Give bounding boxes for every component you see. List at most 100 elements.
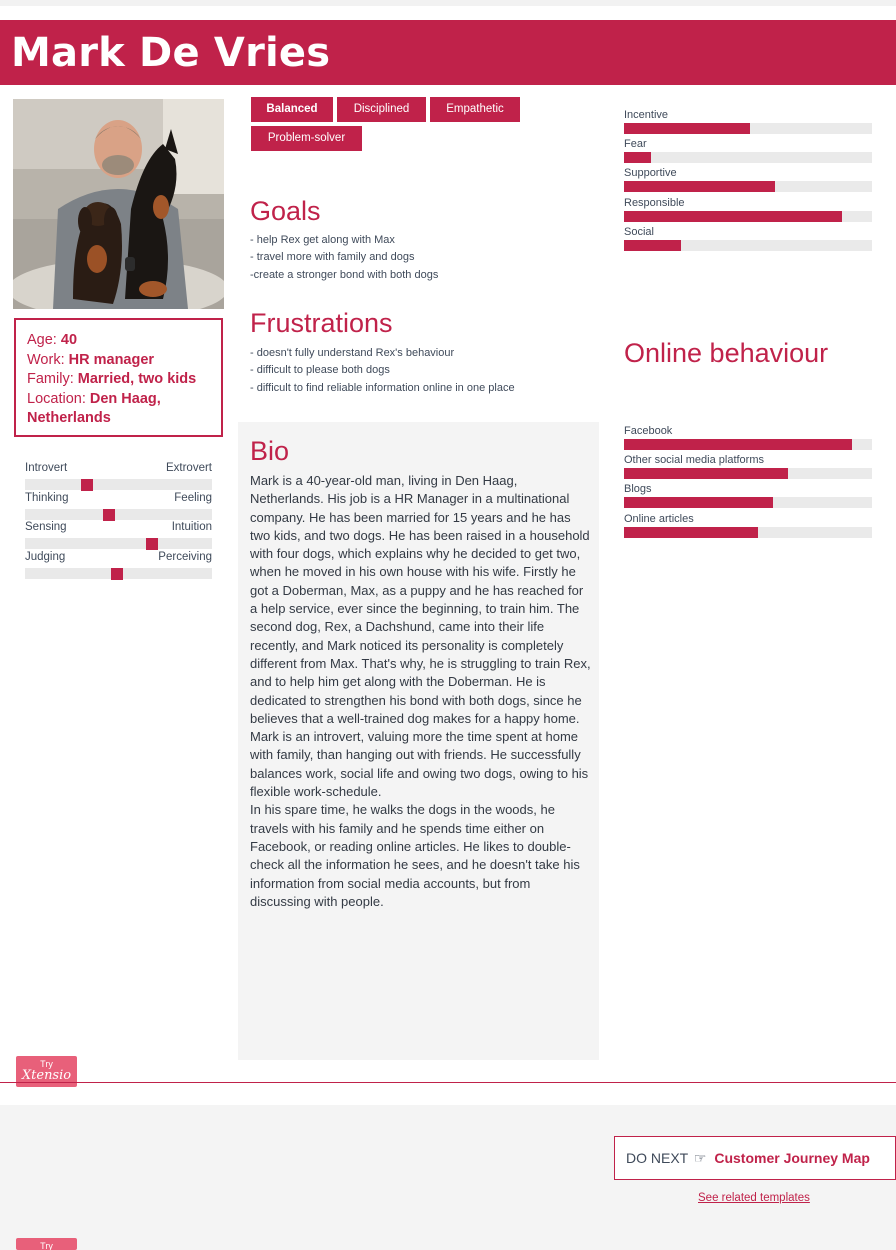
bar-label: Supportive <box>624 167 677 180</box>
scale-marker <box>80 479 93 491</box>
bar-label: Online articles <box>624 512 694 525</box>
try-xtensio-badge-bottom[interactable]: Try <box>16 1238 77 1250</box>
scale-left-label: Introvert <box>25 462 68 474</box>
family-value: Married, two kids <box>77 371 197 388</box>
do-next-label: DO NEXT <box>626 1150 688 1166</box>
bar-track <box>624 526 872 538</box>
list-item: - doesn't fully understand Rex's behavio… <box>250 347 455 359</box>
bar-track <box>624 497 872 509</box>
scale-sensing-intuition: Sensing Intuition <box>25 521 212 551</box>
location-label: Location: <box>27 390 86 407</box>
frustrations-title: Frustrations <box>250 308 393 338</box>
bar-label: Incentive <box>624 109 669 121</box>
customer-journey-map-link[interactable]: Customer Journey Map <box>714 1150 870 1166</box>
tag-problem-solver: Problem-solver <box>251 126 362 151</box>
bar-label: Other social media platforms <box>624 454 764 467</box>
scale-marker <box>103 508 116 521</box>
family-line: Family: Married, two kids <box>27 370 211 390</box>
online-behaviour-bars: Facebook Other social media platforms Bl… <box>624 425 872 542</box>
persona-header: Mark De Vries <box>0 20 896 85</box>
bar-label: Blogs <box>624 483 652 496</box>
pointing-hand-icon: ☞ <box>693 1150 707 1166</box>
scale-introvert-extrovert: Introvert Extrovert <box>25 462 212 492</box>
scale-right-label: Intuition <box>171 521 212 533</box>
online-other-social: Other social media platforms <box>624 454 872 483</box>
work-value: HR manager <box>68 351 155 368</box>
motivation-bars: Incentive Fear Supportive Responsible So… <box>624 109 872 255</box>
scale-track <box>25 479 212 490</box>
goals-list: - help Rex get along with Max - travel m… <box>250 232 438 284</box>
motivation-incentive: Incentive <box>624 109 872 138</box>
scale-right-label: Perceiving <box>158 550 212 563</box>
tag-disciplined: Disciplined <box>337 97 426 122</box>
motivation-fear: Fear <box>624 138 872 167</box>
demographics-card: Age: 40 Work: HR manager Family: Married… <box>14 318 223 437</box>
persona-name: Mark De Vries <box>11 30 331 76</box>
scale-left-label: Thinking <box>25 491 69 504</box>
bar-fill <box>624 468 788 480</box>
bar-track <box>624 468 872 480</box>
see-related-templates-link[interactable]: See related templates <box>698 1192 810 1204</box>
age-label: Age: <box>27 332 57 348</box>
bar-fill <box>624 497 773 509</box>
bio-paragraph: Mark is a 40-year-old man, living in Den… <box>250 473 591 726</box>
tag-balanced: Balanced <box>251 97 333 122</box>
bar-fill <box>624 210 843 222</box>
work-label: Work: <box>27 351 65 368</box>
bar-track <box>624 181 872 193</box>
tag-empathetic: Empathetic <box>430 97 520 122</box>
persona-photo-image <box>13 99 224 309</box>
scale-right-label: Extrovert <box>165 462 212 474</box>
bar-track <box>624 152 872 164</box>
work-line: Work: HR manager <box>27 351 211 371</box>
badge-brand-label: Xtensio <box>21 1068 72 1083</box>
scale-marker <box>146 538 159 550</box>
scale-left-label: Sensing <box>25 521 67 533</box>
bio-paragraph: In his spare time, he walks the dogs in … <box>250 802 580 909</box>
scale-left-label: Judging <box>25 550 66 563</box>
frustrations-list: - doesn't fully understand Rex's behavio… <box>250 345 515 397</box>
section-divider <box>0 1082 896 1083</box>
bar-label: Social <box>624 225 654 238</box>
personality-scales: Introvert Extrovert Thinking Feeling Sen… <box>25 462 212 580</box>
scale-right-label: Feeling <box>174 491 212 504</box>
motivation-social: Social <box>624 226 872 255</box>
bio-title: Bio <box>250 436 290 466</box>
top-strip <box>0 0 896 6</box>
list-item: - travel more with family and dogs <box>250 251 415 264</box>
bar-fill <box>624 123 751 134</box>
bar-track <box>624 210 872 222</box>
scale-judging-perceiving: Judging Perceiving <box>25 551 212 581</box>
family-label: Family: <box>27 371 74 388</box>
online-blogs: Blogs <box>624 483 872 512</box>
list-item: -create a stronger bond with both dogs <box>250 268 439 281</box>
online-articles: Online articles <box>624 513 872 542</box>
scale-track <box>25 508 212 520</box>
bio-paragraph: Mark is an introvert, valuing more the t… <box>250 729 589 800</box>
scale-thinking-feeling: Thinking Feeling <box>25 492 212 522</box>
list-item: - difficult to find reliable information… <box>250 381 515 394</box>
persona-photo <box>13 99 224 309</box>
online-facebook: Facebook <box>624 425 872 454</box>
list-item: - difficult to please both dogs <box>250 364 390 377</box>
badge-try-label: Try <box>40 1241 53 1250</box>
motivation-responsible: Responsible <box>624 197 872 226</box>
bar-fill <box>624 439 853 450</box>
bar-track <box>624 123 872 134</box>
goals-title: Goals <box>250 196 321 226</box>
bar-track <box>624 239 872 251</box>
scale-track <box>25 538 212 549</box>
bar-label: Fear <box>624 138 647 151</box>
age-value: 40 <box>60 332 78 348</box>
location-line: Location: Den Haag, Netherlands <box>27 390 211 429</box>
bio-text: Mark is a 40-year-old man, living in Den… <box>250 472 592 911</box>
do-next-button[interactable]: DO NEXT ☞ Customer Journey Map <box>614 1136 896 1180</box>
bar-label: Responsible <box>624 196 685 209</box>
bar-track <box>624 439 872 450</box>
scale-marker <box>110 567 123 580</box>
bar-fill <box>624 181 776 193</box>
bar-fill <box>624 239 682 251</box>
motivation-supportive: Supportive <box>624 167 872 196</box>
online-behaviour-title: Online behaviour <box>624 338 829 368</box>
age-line: Age: 40 <box>27 331 211 351</box>
